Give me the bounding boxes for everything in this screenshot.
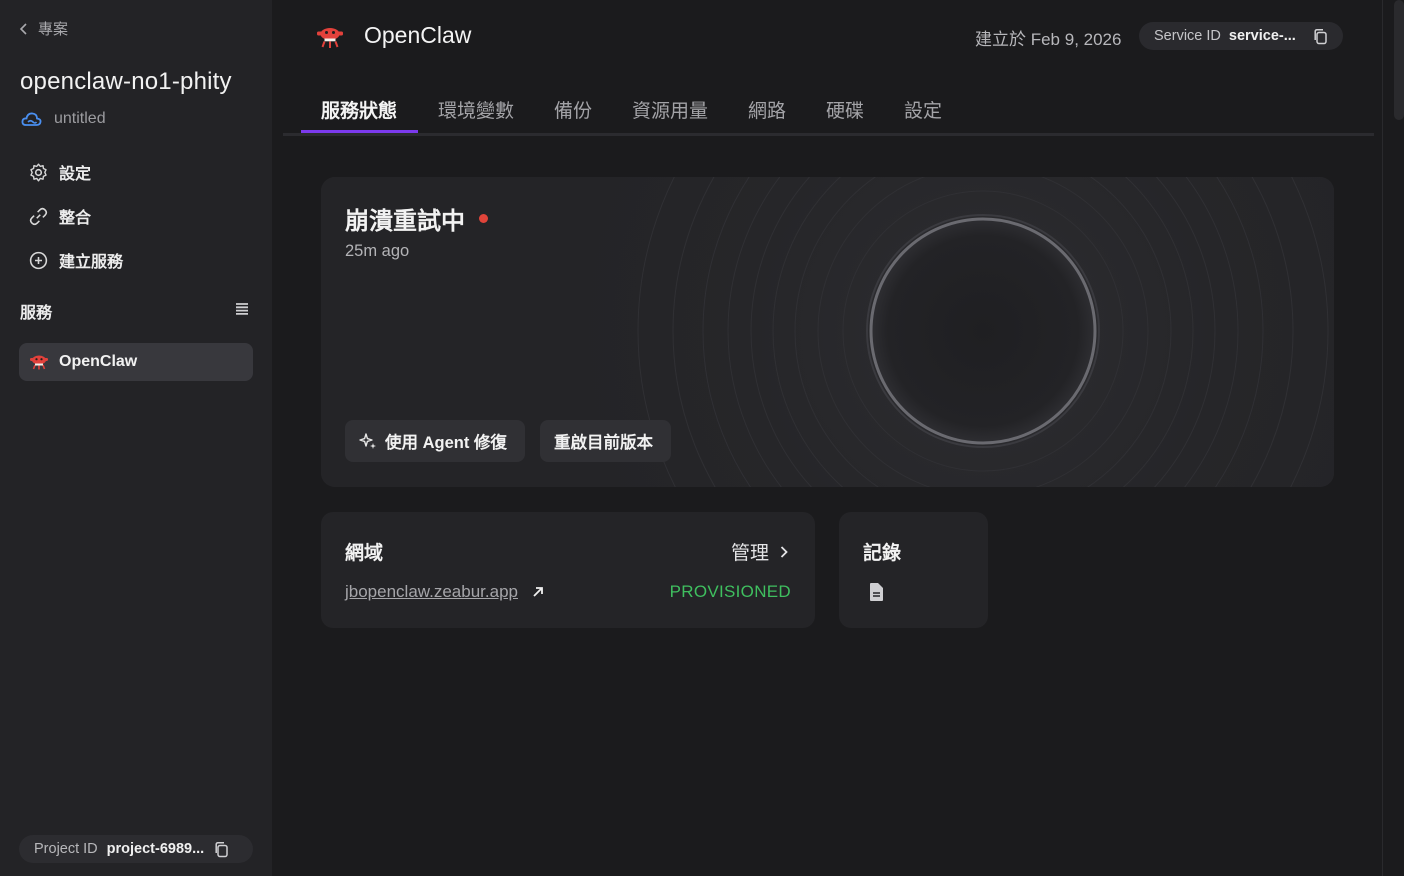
panel-divider [1382, 0, 1383, 876]
tab-resource-usage[interactable]: 資源用量 [632, 96, 708, 123]
openclaw-logo-icon [317, 28, 343, 48]
status-text: 崩潰重試中 [345, 208, 465, 235]
sidebar-item-create-service[interactable]: 建立服務 [18, 242, 252, 278]
manage-domains-link[interactable]: 管理 [731, 538, 789, 565]
services-section-title: 服務 [20, 305, 53, 322]
service-tabs: 服務狀態 環境變數 備份 資源用量 網路 硬碟 設定 [283, 86, 1374, 136]
active-tab-indicator [301, 130, 418, 133]
environment-label: untitled [54, 110, 106, 127]
service-id-label: Service ID [1154, 28, 1221, 44]
sidebar-item-label: 整合 [59, 210, 92, 227]
fix-with-agent-button[interactable]: 使用 Agent 修復 [345, 420, 525, 462]
tab-volumes[interactable]: 硬碟 [826, 96, 864, 123]
chevron-right-icon [780, 545, 788, 558]
created-date: 建立於 Feb 9, 2026 [975, 30, 1122, 49]
restart-label: 重啟目前版本 [554, 434, 653, 452]
restart-current-version-button[interactable]: 重啟目前版本 [540, 420, 671, 462]
domain-url: jbopenclaw.zeabur.app [345, 582, 518, 601]
status-timestamp: 25m ago [345, 242, 410, 260]
domain-card: 網域 管理 jbopenclaw.zeabur.app PROVISIONED [321, 512, 815, 628]
external-link-icon [533, 587, 543, 597]
plus-circle-icon [29, 251, 48, 269]
service-status-card: 崩潰重試中 25m ago 使用 Agent 修復 重啟目前版本 [321, 177, 1334, 487]
openclaw-logo-icon [30, 355, 48, 370]
domain-status-badge: PROVISIONED [669, 582, 791, 601]
tab-settings[interactable]: 設定 [904, 96, 942, 123]
tab-backups[interactable]: 備份 [554, 96, 592, 123]
service-title: OpenClaw [364, 22, 472, 48]
tab-service-status[interactable]: 服務狀態 [321, 96, 397, 123]
service-id-value: service-... [1228, 28, 1296, 44]
service-id-pill: Service ID service-... [1139, 22, 1343, 50]
tab-networking[interactable]: 網路 [748, 96, 786, 123]
sidebar-service-label: OpenClaw [59, 353, 138, 370]
environment-selector[interactable]: untitled [21, 110, 106, 128]
chevron-left-icon [19, 22, 27, 35]
scrollbar[interactable] [1394, 0, 1404, 120]
status-indicator-dot [479, 214, 488, 223]
document-icon[interactable] [868, 582, 884, 602]
sidebar: 專案 openclaw-no1-phity untitled 設定 整合 建立服… [0, 0, 272, 876]
logs-card-title: 記錄 [863, 543, 902, 564]
list-view-icon[interactable] [233, 301, 251, 317]
tab-environment-variables[interactable]: 環境變數 [438, 96, 514, 123]
fix-with-agent-label: 使用 Agent 修復 [385, 434, 507, 452]
status-heading: 崩潰重試中 [345, 201, 488, 236]
logs-card[interactable]: 記錄 [839, 512, 988, 628]
copy-icon[interactable] [213, 841, 230, 858]
copy-icon[interactable] [1312, 28, 1329, 45]
link-icon [29, 207, 48, 225]
project-id-value: project-6989... [106, 841, 205, 857]
sparkle-icon [359, 433, 376, 449]
manage-label: 管理 [730, 543, 769, 564]
domain-link[interactable]: jbopenclaw.zeabur.app [345, 582, 544, 602]
back-label: 專案 [38, 21, 69, 38]
sidebar-item-label: 設定 [59, 166, 92, 183]
sidebar-item-label: 建立服務 [59, 254, 124, 271]
sidebar-item-integrations[interactable]: 整合 [18, 198, 252, 234]
project-id-label: Project ID [34, 841, 98, 857]
back-to-projects-link[interactable]: 專案 [18, 18, 68, 39]
sidebar-item-settings[interactable]: 設定 [18, 154, 252, 190]
project-name: openclaw-no1-phity [20, 68, 232, 95]
domain-card-title: 網域 [345, 543, 384, 564]
gear-icon [30, 162, 47, 182]
project-id-pill: Project ID project-6989... [19, 835, 253, 863]
cloud-icon [21, 112, 42, 126]
sidebar-service-openclaw[interactable]: OpenClaw [19, 343, 253, 381]
